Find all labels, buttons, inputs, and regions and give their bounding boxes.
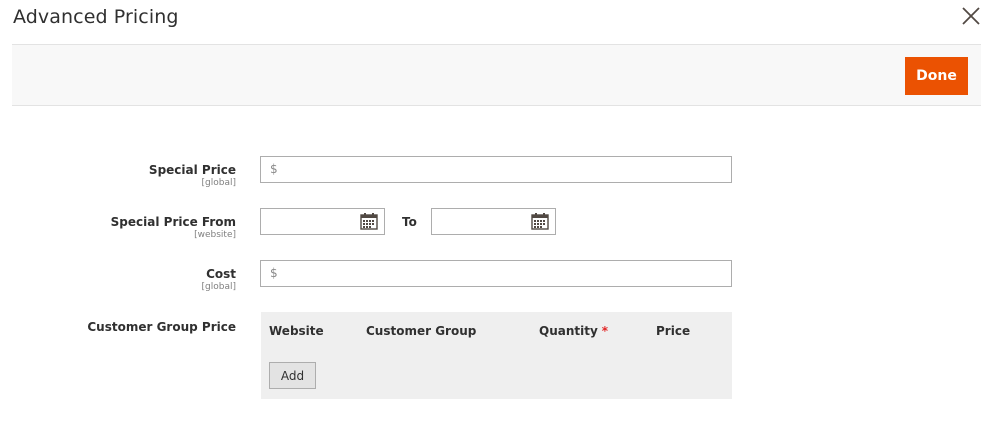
modal-action-bar: Done: [12, 44, 981, 106]
special-price-from-date-input[interactable]: [260, 208, 385, 235]
special-price-from-scope: [website]: [194, 230, 236, 240]
currency-symbol: $: [270, 266, 278, 280]
modal-title: Advanced Pricing: [13, 6, 179, 28]
calendar-icon[interactable]: [360, 213, 378, 230]
special-price-from-label: Special Price From: [110, 215, 236, 229]
required-marker: *: [601, 324, 609, 338]
special-price-label: Special Price: [148, 163, 236, 177]
modal-header: Advanced Pricing: [0, 0, 999, 44]
advanced-pricing-modal: Advanced Pricing Done Special Price [glo…: [0, 0, 999, 437]
column-header-customer-group: Customer Group: [366, 324, 477, 338]
customer-group-price-table: Website Customer Group Quantity * Price A…: [261, 312, 732, 399]
done-button[interactable]: Done: [905, 57, 968, 95]
special-price-input[interactable]: $: [260, 156, 732, 183]
close-button[interactable]: [958, 3, 984, 29]
close-icon: [962, 7, 980, 25]
special-price-scope: [global]: [201, 178, 236, 188]
special-price-to-date-input[interactable]: [431, 208, 556, 235]
quantity-label: Quantity: [539, 324, 598, 338]
column-header-website: Website: [269, 324, 324, 338]
currency-symbol: $: [270, 162, 278, 176]
column-header-quantity: Quantity *: [539, 324, 608, 338]
calendar-icon[interactable]: [531, 213, 549, 230]
add-button[interactable]: Add: [269, 362, 316, 389]
cost-scope: [global]: [201, 282, 236, 292]
cost-label: Cost: [206, 267, 236, 281]
customer-group-price-label: Customer Group Price: [87, 320, 236, 334]
to-label: To: [402, 215, 417, 229]
column-header-price: Price: [656, 324, 691, 338]
cost-input[interactable]: $: [260, 260, 732, 287]
